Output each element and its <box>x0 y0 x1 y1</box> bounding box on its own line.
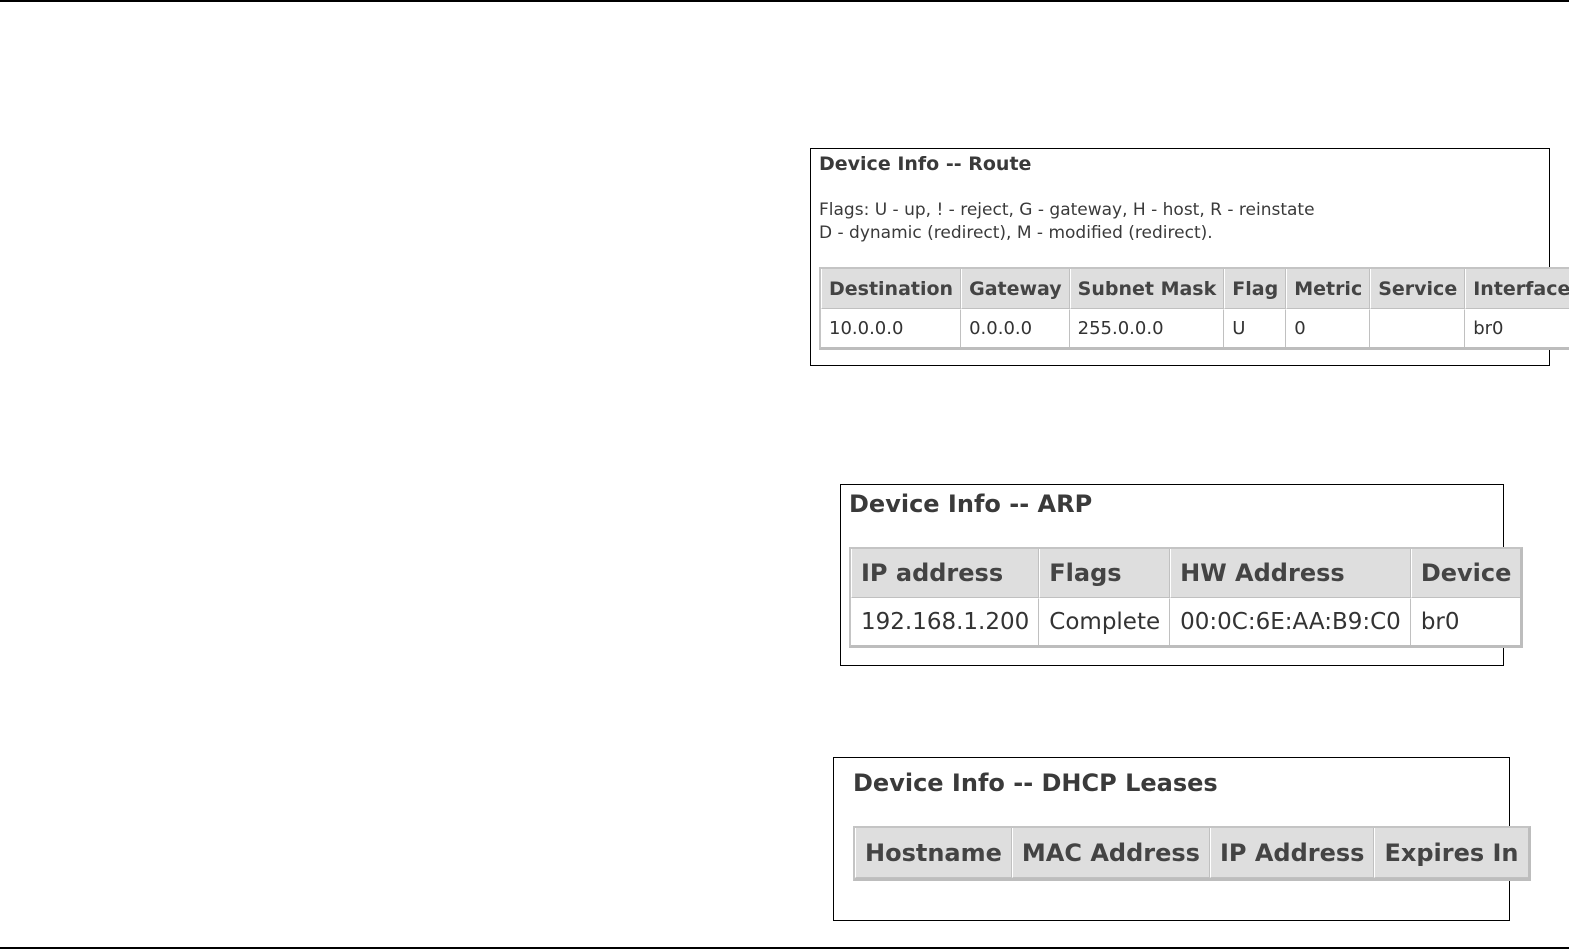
dhcp-panel: Device Info -- DHCP Leases Hostname MAC … <box>833 757 1531 921</box>
dhcp-header-row: Hostname MAC Address IP Address Expires … <box>855 828 1528 878</box>
dhcp-col-expires-in: Expires In <box>1374 828 1528 878</box>
arp-col-hw-address: HW Address <box>1170 549 1411 598</box>
route-cell-subnet-mask: 255.0.0.0 <box>1069 309 1225 347</box>
arp-cell-flags: Complete <box>1039 598 1171 645</box>
dhcp-table: Hostname MAC Address IP Address Expires … <box>853 826 1531 881</box>
route-cell-service <box>1370 309 1466 347</box>
route-col-flag: Flag <box>1224 269 1287 309</box>
arp-col-ip-address: IP address <box>851 549 1040 598</box>
top-rule <box>0 0 1569 2</box>
dhcp-col-hostname: Hostname <box>855 828 1012 878</box>
arp-col-device: Device <box>1410 549 1521 598</box>
route-flags-line-2: D - dynamic (redirect), M - modified (re… <box>819 223 1213 243</box>
route-header-row: Destination Gateway Subnet Mask Flag Met… <box>821 269 1569 309</box>
route-cell-gateway: 0.0.0.0 <box>961 309 1070 347</box>
arp-cell-device: br0 <box>1410 598 1521 645</box>
arp-cell-hw-address: 00:0C:6E:AA:B9:C0 <box>1170 598 1411 645</box>
arp-panel: Device Info -- ARP IP address Flags HW A… <box>840 484 1524 666</box>
arp-header-row: IP address Flags HW Address Device <box>851 549 1521 598</box>
route-col-service: Service <box>1370 269 1466 309</box>
bottom-rule <box>0 947 1569 949</box>
route-col-destination: Destination <box>821 269 962 309</box>
route-cell-destination: 10.0.0.0 <box>821 309 962 347</box>
route-title: Device Info -- Route <box>819 153 1032 175</box>
table-row: 10.0.0.0 0.0.0.0 255.0.0.0 U 0 br0 <box>821 309 1569 347</box>
route-cell-interface: br0 <box>1465 309 1569 347</box>
table-row: 192.168.1.200 Complete 00:0C:6E:AA:B9:C0… <box>851 598 1521 645</box>
route-col-interface: Interface <box>1465 269 1569 309</box>
route-col-gateway: Gateway <box>961 269 1070 309</box>
route-col-subnet-mask: Subnet Mask <box>1069 269 1225 309</box>
route-cell-flag: U <box>1224 309 1287 347</box>
dhcp-title: Device Info -- DHCP Leases <box>853 769 1218 797</box>
arp-title: Device Info -- ARP <box>849 490 1093 518</box>
arp-col-flags: Flags <box>1039 549 1171 598</box>
route-table: Destination Gateway Subnet Mask Flag Met… <box>819 267 1569 350</box>
route-cell-metric: 0 <box>1286 309 1371 347</box>
arp-cell-ip-address: 192.168.1.200 <box>851 598 1040 645</box>
dhcp-col-mac-address: MAC Address <box>1011 828 1210 878</box>
route-flags-line-1: Flags: U - up, ! - reject, G - gateway, … <box>819 200 1315 220</box>
route-panel: Device Info -- Route Flags: U - up, ! - … <box>810 148 1569 366</box>
arp-table: IP address Flags HW Address Device 192.1… <box>849 547 1524 648</box>
dhcp-col-ip-address: IP Address <box>1209 828 1375 878</box>
route-col-metric: Metric <box>1286 269 1371 309</box>
